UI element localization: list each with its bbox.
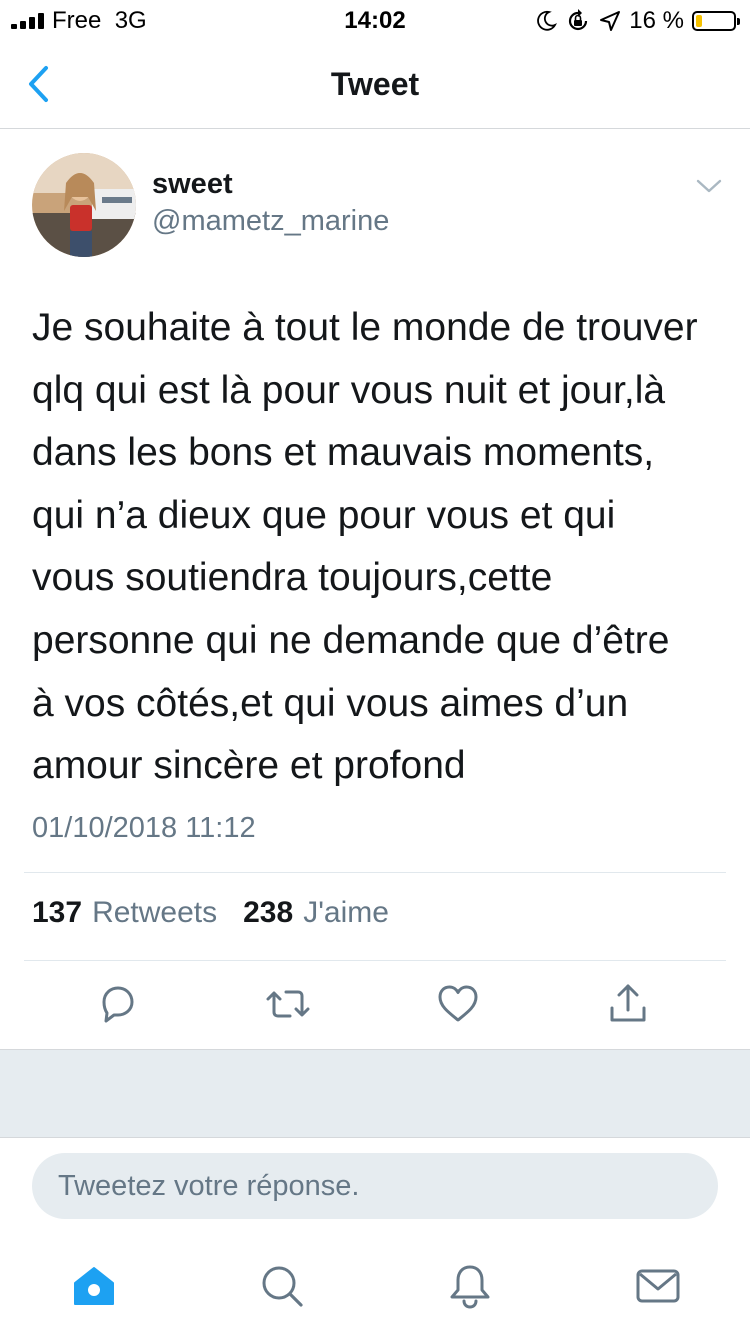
- like-icon[interactable]: [434, 980, 482, 1028]
- messages-icon[interactable]: [634, 1262, 682, 1310]
- moon-icon: [537, 10, 558, 31]
- rotation-lock-icon: [569, 9, 588, 31]
- page-title: Tweet: [330, 66, 420, 102]
- tab-notifications[interactable]: [446, 1262, 494, 1310]
- retweet-button[interactable]: [264, 980, 312, 1028]
- battery-percent: 16 %: [629, 7, 684, 34]
- like-button[interactable]: [434, 980, 482, 1028]
- retweets-label[interactable]: Retweets: [92, 896, 217, 930]
- search-icon[interactable]: [258, 1262, 306, 1310]
- chevron-down-icon[interactable]: [696, 176, 722, 196]
- avatar-image[interactable]: [32, 153, 136, 257]
- tweet-menu-button[interactable]: [696, 176, 722, 196]
- location-icon: [600, 11, 621, 31]
- tab-messages[interactable]: [634, 1262, 682, 1310]
- reply-input[interactable]: Tweetez votre réponse.: [32, 1153, 718, 1219]
- tweet-stats: 137 Retweets 238 J'aime: [32, 896, 389, 930]
- tweet-text: Je souhaite à tout le monde de trouver q…: [32, 306, 698, 788]
- likes-label[interactable]: J'aime: [303, 896, 389, 930]
- notifications-icon[interactable]: [446, 1262, 494, 1310]
- divider: [24, 960, 726, 961]
- tweet-timestamp: 01/10/2018 11:12: [32, 812, 256, 844]
- likes-count[interactable]: 238: [243, 896, 293, 930]
- home-icon[interactable]: [70, 1262, 118, 1310]
- author-name[interactable]: sweet: [152, 168, 233, 201]
- retweets-count[interactable]: 137: [32, 896, 82, 930]
- battery-level: [696, 15, 702, 27]
- reply-icon[interactable]: [94, 980, 142, 1028]
- retweet-icon[interactable]: [264, 980, 312, 1028]
- battery-icon: [692, 11, 740, 31]
- share-button[interactable]: [604, 980, 652, 1028]
- reply-button[interactable]: [94, 980, 142, 1028]
- status-bar: Free 3G 14:02 16 %: [0, 0, 750, 40]
- avatar[interactable]: [32, 153, 136, 257]
- navigation-bar: Tweet: [0, 40, 750, 129]
- divider: [24, 872, 726, 873]
- tab-home[interactable]: [70, 1262, 118, 1310]
- tab-search[interactable]: [258, 1262, 306, 1310]
- share-icon[interactable]: [604, 980, 652, 1028]
- replies-area: [0, 1049, 750, 1138]
- author-handle[interactable]: @mametz_marine: [152, 205, 389, 238]
